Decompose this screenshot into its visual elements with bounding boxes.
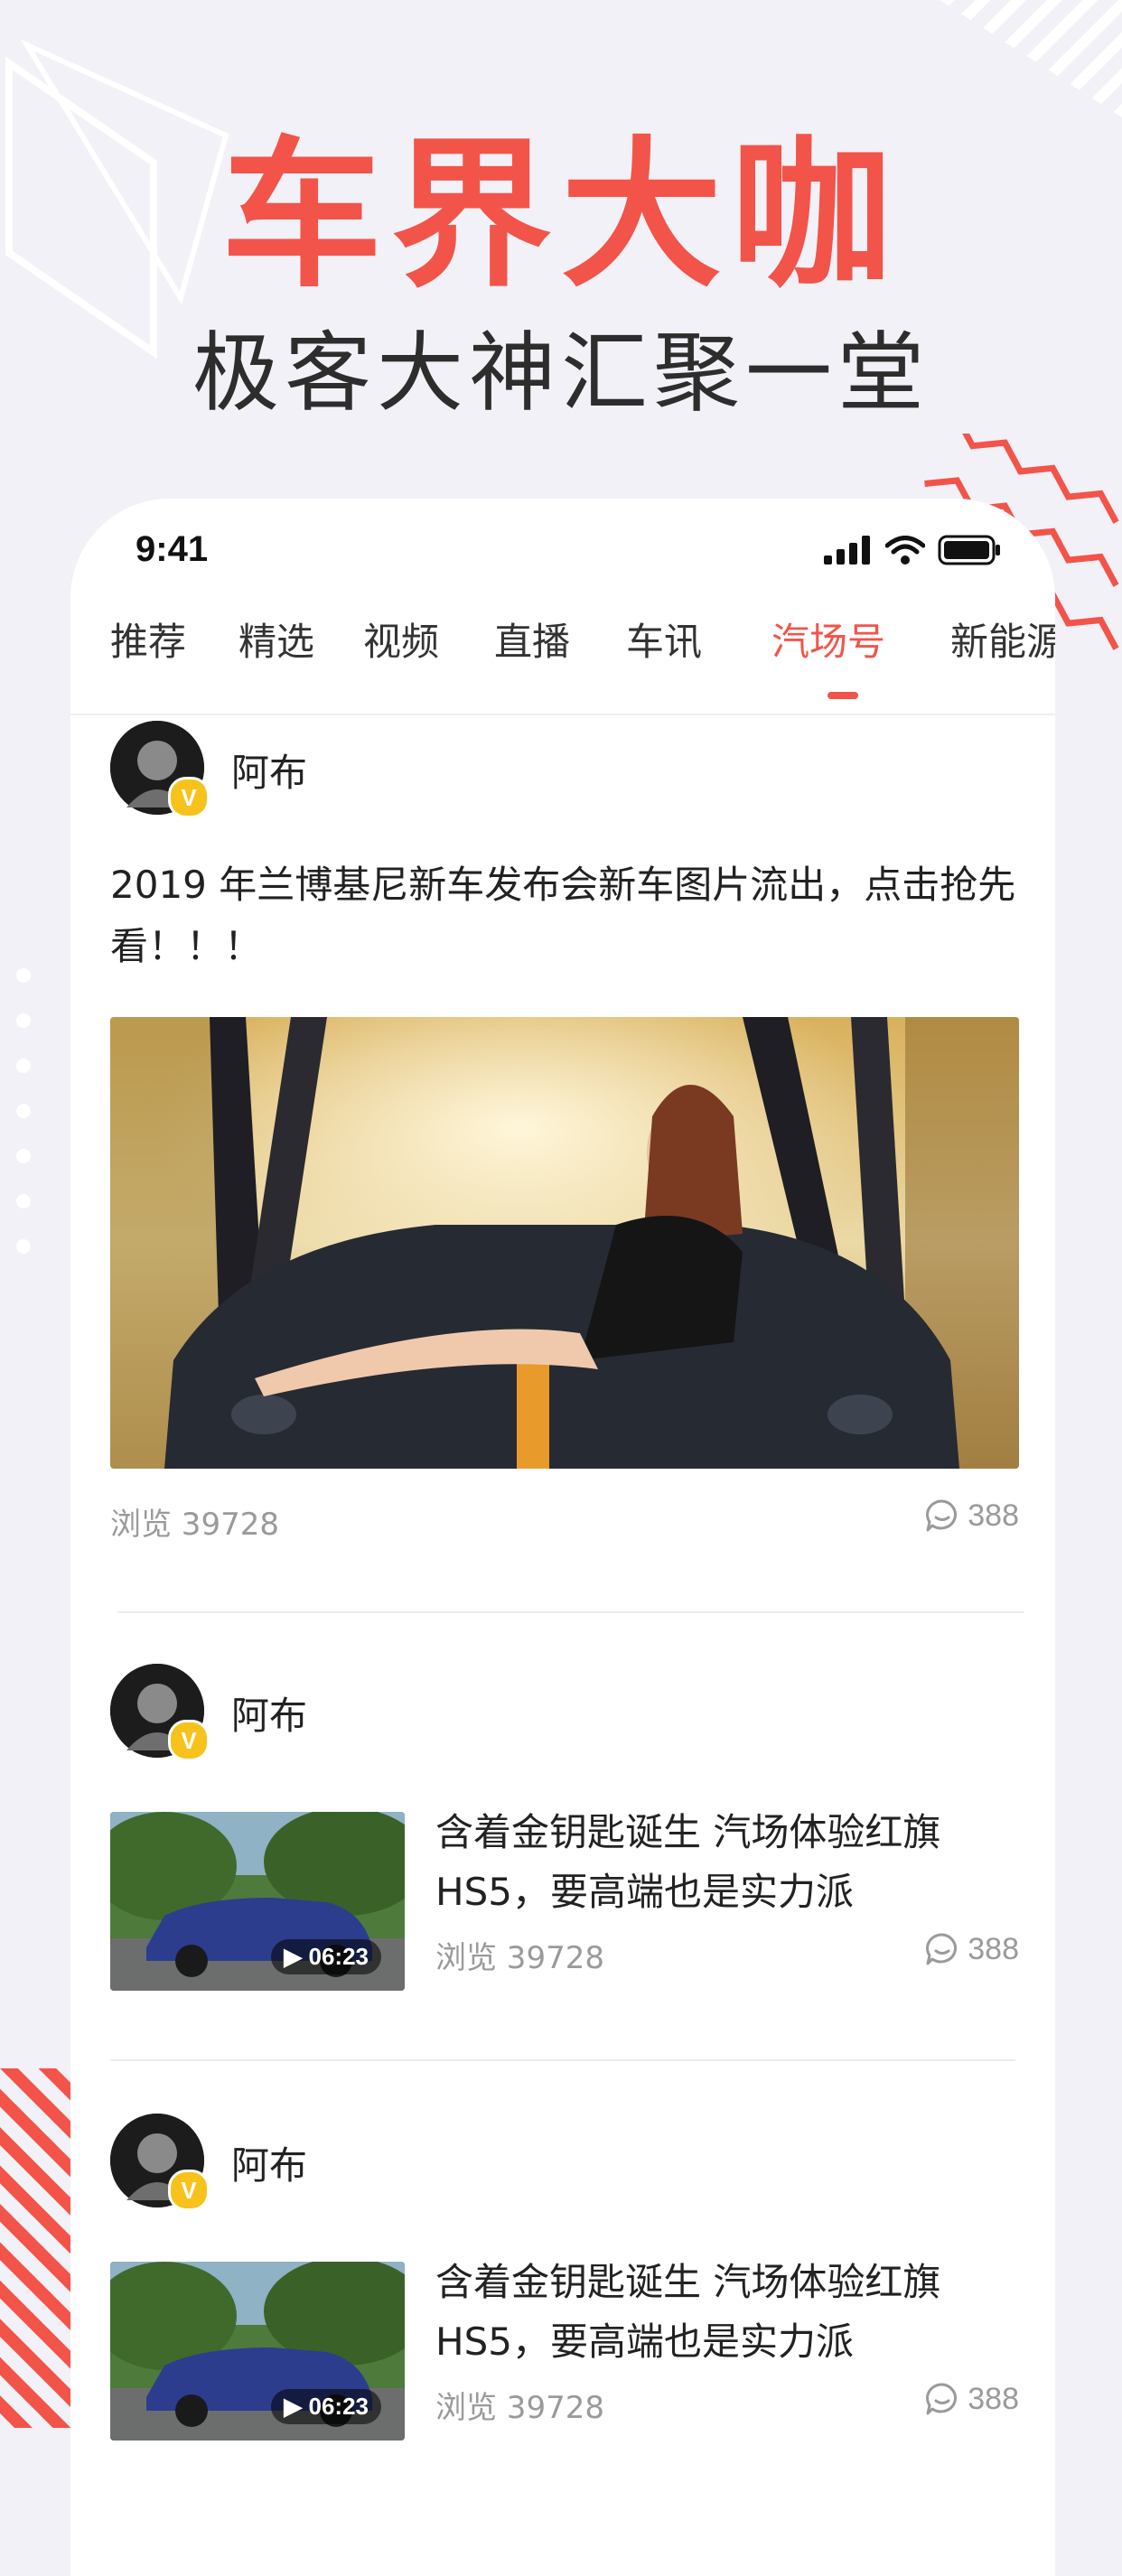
divider [117,1611,1024,1613]
author-name[interactable]: 阿布 [231,742,307,798]
car-photo [110,1017,1019,1469]
author-name[interactable]: 阿布 [231,1685,307,1741]
comment-icon [926,2383,958,2415]
comment-count[interactable]: 388 [924,1931,1019,1967]
signal-icon [824,536,870,565]
author-avatar[interactable]: V [110,2114,210,2211]
phone-screen: 9:41 推荐 精选 视频 直播 车讯 汽场号 新能源 V 阿布 2019 年兰… [70,499,1055,2576]
post-image[interactable] [110,1017,1019,1469]
view-count: 浏览 39728 [435,2390,604,2426]
video-duration: ▶ 06:23 [271,2389,381,2424]
tab-live[interactable]: 直播 [494,623,570,661]
status-bar: 9:41 [70,529,1055,583]
active-tab-indicator [827,692,858,699]
comment-icon [926,1499,958,1532]
play-icon: ▶ [284,2393,309,2420]
video-thumbnail[interactable]: ▶ 06:23 [110,2262,405,2441]
tab-video[interactable]: 视频 [363,623,439,661]
author-name[interactable]: 阿布 [231,2135,307,2190]
tab-new-energy[interactable]: 新能源 [950,623,1055,661]
divider [110,2059,1015,2061]
author-avatar[interactable]: V [110,721,210,818]
comment-count[interactable]: 388 [924,2381,1019,2417]
verified-badge-icon: V [168,777,210,818]
decorative-stripes-top-right [940,0,1122,117]
tab-featured[interactable]: 精选 [238,623,314,661]
tab-news[interactable]: 车讯 [626,623,702,661]
post-title[interactable]: 含着金钥匙诞生 汽场体验红旗HS5，要高端也是实力派 [435,1803,1014,1922]
comment-count[interactable]: 388 [924,1498,1019,1534]
post-text[interactable]: 2019 年兰博基尼新车发布会新车图片流出，点击抢先看！！！ [110,854,1023,977]
video-duration-value: 06:23 [308,2393,369,2420]
wifi-icon [885,536,925,565]
tab-qichanghao[interactable]: 汽场号 [771,623,885,661]
hero-subtitle: 极客大神汇聚一堂 [192,322,930,424]
video-duration-value: 06:23 [308,1943,369,1970]
status-time: 9:41 [136,529,209,569]
video-thumbnail[interactable]: ▶ 06:23 [110,1812,405,1991]
video-duration: ▶ 06:23 [271,1939,381,1974]
battery-icon [938,535,1000,565]
tab-recommended[interactable]: 推荐 [110,623,186,661]
decorative-dots-left [16,968,31,1254]
view-count: 浏览 39728 [110,1507,279,1543]
verified-badge-icon: V [168,2170,210,2211]
comment-icon [926,1933,958,1965]
post-title[interactable]: 含着金钥匙诞生 汽场体验红旗HS5，要高端也是实力派 [435,2253,1014,2372]
view-count: 浏览 39728 [435,1940,604,1976]
category-tabs: 推荐 精选 视频 直播 车讯 汽场号 新能源 [70,605,1055,715]
verified-badge-icon: V [168,1720,210,1761]
author-avatar[interactable]: V [110,1664,210,1761]
hero-title: 车界大咖 [221,122,901,309]
comment-count-value: 388 [968,1931,1019,1966]
play-icon: ▶ [284,1943,309,1970]
comment-count-value: 388 [968,1498,1019,1533]
decorative-stripes-bottom-left [0,2068,81,2428]
comment-count-value: 388 [968,2381,1019,2416]
